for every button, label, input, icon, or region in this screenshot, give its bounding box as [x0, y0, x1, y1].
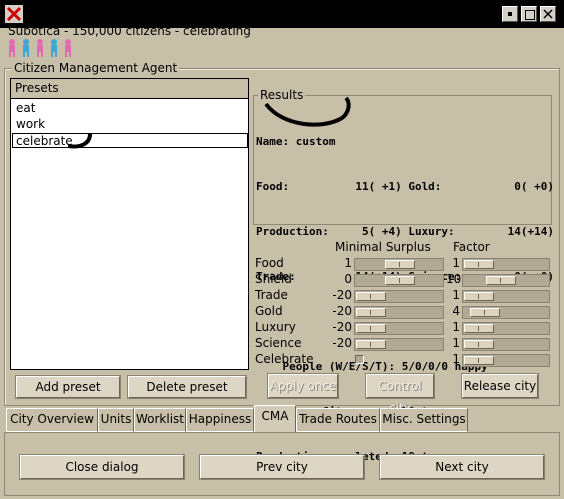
results-line: Food: 11( +1) Gold: 0( +0)	[256, 180, 555, 193]
scribble-mark	[67, 133, 92, 149]
surplus-value-gold: -20	[332, 304, 352, 318]
surplus-slider-shield[interactable]	[354, 274, 444, 287]
delete-preset-button[interactable]: Delete preset	[127, 375, 247, 399]
slider-knob[interactable]	[384, 276, 415, 285]
factor-slider-luxury[interactable]	[462, 322, 550, 335]
factor-slider-science[interactable]	[462, 338, 550, 351]
results-line: Name: custom	[256, 135, 336, 148]
preset-item-celebrate-label: celebrate	[16, 134, 73, 148]
control-city-button[interactable]: Control city	[365, 373, 435, 415]
minimize-button[interactable]	[502, 6, 518, 22]
factor-slider-food[interactable]	[462, 258, 550, 271]
surplus-value-luxury: -20	[332, 320, 352, 334]
factor-value-science: 1	[452, 336, 460, 350]
surplus-slider-gold[interactable]	[354, 306, 444, 319]
prev-city-button[interactable]: Prev city	[199, 454, 365, 480]
factor-slider-gold[interactable]	[462, 306, 550, 319]
minimal-surplus-header: Minimal Surplus	[335, 240, 431, 254]
city-subtitle: Subotica - 150,000 citizens - celebratin…	[8, 24, 251, 38]
tab-cma[interactable]: CMA	[254, 405, 296, 433]
preset-item-work[interactable]: work	[16, 117, 45, 131]
slider-knob[interactable]	[384, 260, 415, 269]
slider-knob[interactable]	[464, 292, 494, 301]
param-label-science: Science	[255, 336, 302, 350]
citizens-row	[6, 38, 86, 58]
preset-item-eat[interactable]: eat	[16, 101, 35, 115]
window-title: Subotica - 150,000 citizens - celebratin…	[133, 6, 431, 21]
slider-knob[interactable]	[486, 276, 516, 285]
param-label-luxury: Luxury	[255, 320, 296, 334]
surplus-slider-science[interactable]	[354, 338, 444, 351]
citizen-icons	[9, 39, 71, 57]
param-label-trade: Trade	[255, 288, 288, 302]
surplus-slider-food[interactable]	[354, 258, 444, 271]
add-preset-button[interactable]: Add preset	[15, 375, 121, 399]
surplus-slider-trade[interactable]	[354, 290, 444, 303]
tab-misc-settings[interactable]: Misc. Settings	[380, 408, 468, 432]
tab-city-overview[interactable]: City Overview	[6, 408, 98, 432]
preset-item-celebrate[interactable]: celebrate	[12, 133, 248, 148]
param-label-celebrate: Celebrate	[255, 352, 314, 366]
cma-group-label: Citizen Management Agent	[12, 61, 180, 75]
slider-knob[interactable]	[356, 308, 386, 317]
factor-value-shield: 10	[446, 272, 462, 286]
factor-slider-shield[interactable]	[462, 274, 550, 287]
presets-list[interactable]	[10, 78, 249, 370]
param-label-shield: Shield	[255, 272, 292, 286]
apply-once-button[interactable]: Apply once	[267, 373, 339, 399]
slider-knob[interactable]	[464, 340, 494, 349]
presets-header[interactable]: Presets	[11, 79, 248, 99]
tab-units[interactable]: Units	[98, 408, 134, 432]
surplus-slider-luxury[interactable]	[354, 322, 444, 335]
surplus-value-food: 1	[344, 256, 352, 270]
factor-value-luxury: 1	[452, 320, 460, 334]
release-city-button[interactable]: Release city	[461, 373, 539, 399]
slider-knob[interactable]	[464, 356, 494, 365]
factor-header: Factor	[453, 240, 490, 254]
param-label-food: Food	[255, 256, 284, 270]
tab-trade-routes[interactable]: Trade Routes	[296, 408, 380, 432]
tab-happiness[interactable]: Happiness	[186, 408, 254, 432]
factor-value-food: 1	[452, 256, 460, 270]
scribble-mark	[264, 96, 351, 127]
surplus-value-shield: 0	[344, 272, 352, 286]
factor-slider-trade[interactable]	[462, 290, 550, 303]
factor-value-celebrate: 1	[452, 352, 460, 366]
next-city-button[interactable]: Next city	[379, 454, 545, 480]
slider-knob[interactable]	[356, 340, 386, 349]
factor-value-gold: 4	[452, 304, 460, 318]
slider-knob[interactable]	[356, 292, 386, 301]
factor-slider-celebrate[interactable]	[462, 354, 550, 367]
param-label-gold: Gold	[255, 304, 283, 318]
slider-knob[interactable]	[464, 324, 494, 333]
factor-value-trade: 1	[452, 288, 460, 302]
surplus-value-trade: -20	[332, 288, 352, 302]
close-dialog-button[interactable]: Close dialog	[19, 454, 185, 480]
slider-knob[interactable]	[469, 308, 500, 317]
slider-knob[interactable]	[464, 260, 494, 269]
close-x-icon	[543, 9, 553, 19]
results-line: Production: 5( +4) Luxury: 14(+14)	[256, 225, 555, 238]
presets-header-label: Presets	[15, 81, 59, 95]
surplus-value-science: -20	[332, 336, 352, 350]
tab-worklist[interactable]: Worklist	[134, 408, 186, 432]
close-button[interactable]	[540, 6, 556, 22]
celebrate-checkbox[interactable]	[355, 355, 364, 364]
maximize-button[interactable]	[521, 6, 537, 22]
slider-knob[interactable]	[356, 324, 386, 333]
